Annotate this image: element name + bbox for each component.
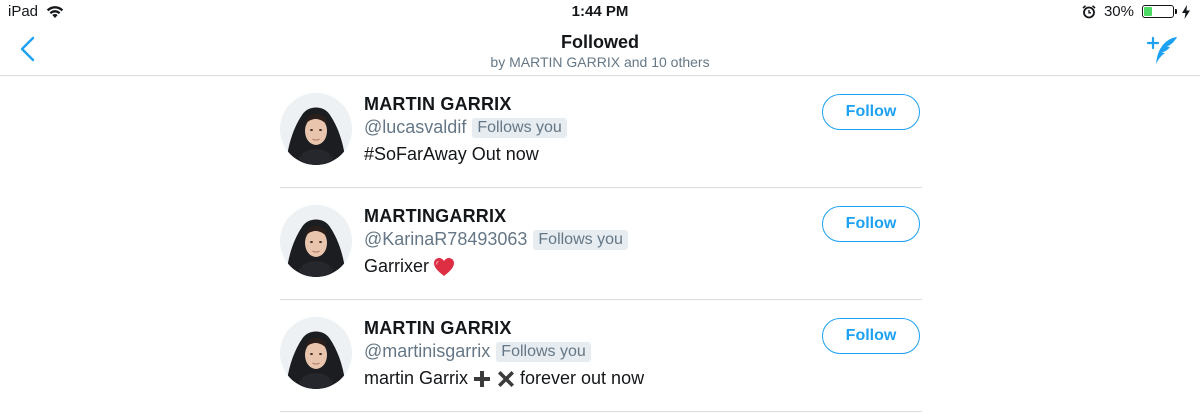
user-bio: martin Garrix forever out now (364, 368, 644, 389)
battery-icon (1142, 5, 1177, 18)
handle-line: @KarinaR78493063 Follows you (364, 229, 628, 250)
avatar[interactable] (280, 317, 352, 389)
page-subtitle: by MARTIN GARRIX and 10 others (490, 54, 710, 70)
follows-you-badge: Follows you (496, 341, 591, 362)
user-handle: @KarinaR78493063 (364, 229, 528, 249)
follow-button[interactable]: Follow (822, 318, 920, 354)
user-handle: @martinisgarrix (364, 341, 491, 361)
status-bar: iPad 1:44 PM 30% (0, 0, 1200, 24)
handle-line: @lucasvaldif Follows you (364, 117, 567, 138)
user-display-name[interactable]: MARTIN GARRIX (364, 94, 512, 115)
nav-bar: Followed by MARTIN GARRIX and 10 others (0, 24, 1200, 76)
plus-icon (472, 369, 492, 389)
avatar-image (280, 93, 352, 165)
bio-text: #SoFarAway Out now (364, 144, 539, 164)
user-row[interactable]: MARTIN GARRIX @lucasvaldif Follows you #… (280, 76, 922, 188)
bio-text: Garrixer (364, 256, 430, 276)
bio-text: martin Garrix (364, 368, 469, 388)
avatar-image (280, 317, 352, 389)
battery-percent: 30% (1103, 3, 1134, 20)
bio-text: forever out now (520, 368, 645, 388)
feather-plus-icon (1146, 36, 1177, 64)
charging-icon (1182, 4, 1190, 19)
status-time: 1:44 PM (571, 3, 629, 20)
page-title: Followed (561, 32, 639, 52)
avatar-image (280, 205, 352, 277)
user-row[interactable]: MARTINGARRIX @KarinaR78493063 Follows yo… (280, 188, 922, 300)
user-bio: Garrixer (364, 256, 455, 277)
user-display-name[interactable]: MARTINGARRIX (364, 206, 506, 227)
handle-line: @martinisgarrix Follows you (364, 341, 591, 362)
avatar[interactable] (280, 93, 352, 165)
status-right: 30% (1082, 3, 1190, 20)
user-list: MARTIN GARRIX @lucasvaldif Follows you #… (280, 76, 922, 412)
cross-icon (496, 369, 516, 389)
follow-button[interactable]: Follow (822, 206, 920, 242)
alarm-icon (1082, 4, 1096, 18)
compose-tweet-button[interactable] (1146, 34, 1180, 66)
user-row[interactable]: MARTIN GARRIX @martinisgarrix Follows yo… (280, 300, 922, 412)
user-display-name[interactable]: MARTIN GARRIX (364, 318, 512, 339)
follows-you-badge: Follows you (533, 229, 628, 250)
follow-button[interactable]: Follow (822, 94, 920, 130)
follows-you-badge: Follows you (472, 117, 567, 138)
user-bio: #SoFarAway Out now (364, 144, 539, 165)
user-handle: @lucasvaldif (364, 117, 467, 137)
battery-fill (1144, 7, 1152, 16)
avatar[interactable] (280, 205, 352, 277)
heart-icon (433, 257, 455, 277)
